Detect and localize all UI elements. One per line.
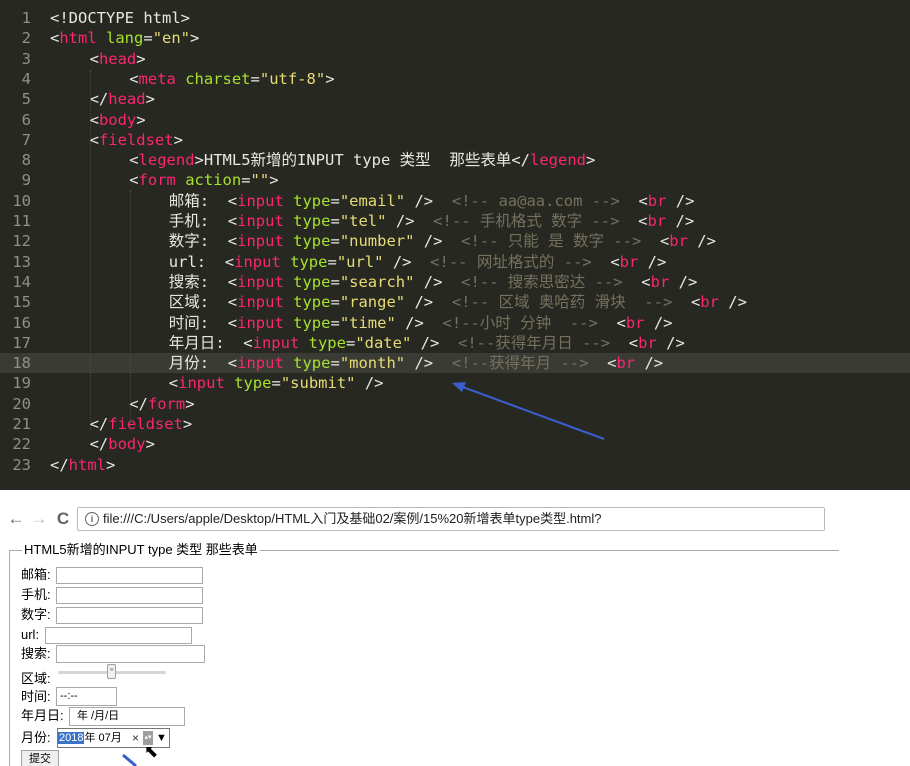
annotation-arrow-line (459, 385, 605, 440)
annotation-arrowhead (452, 382, 466, 392)
mouse-cursor-icon: ⬉ (144, 742, 159, 762)
annotation-arrow-line-2 (122, 753, 137, 766)
annotation-arrows (122, 382, 605, 766)
